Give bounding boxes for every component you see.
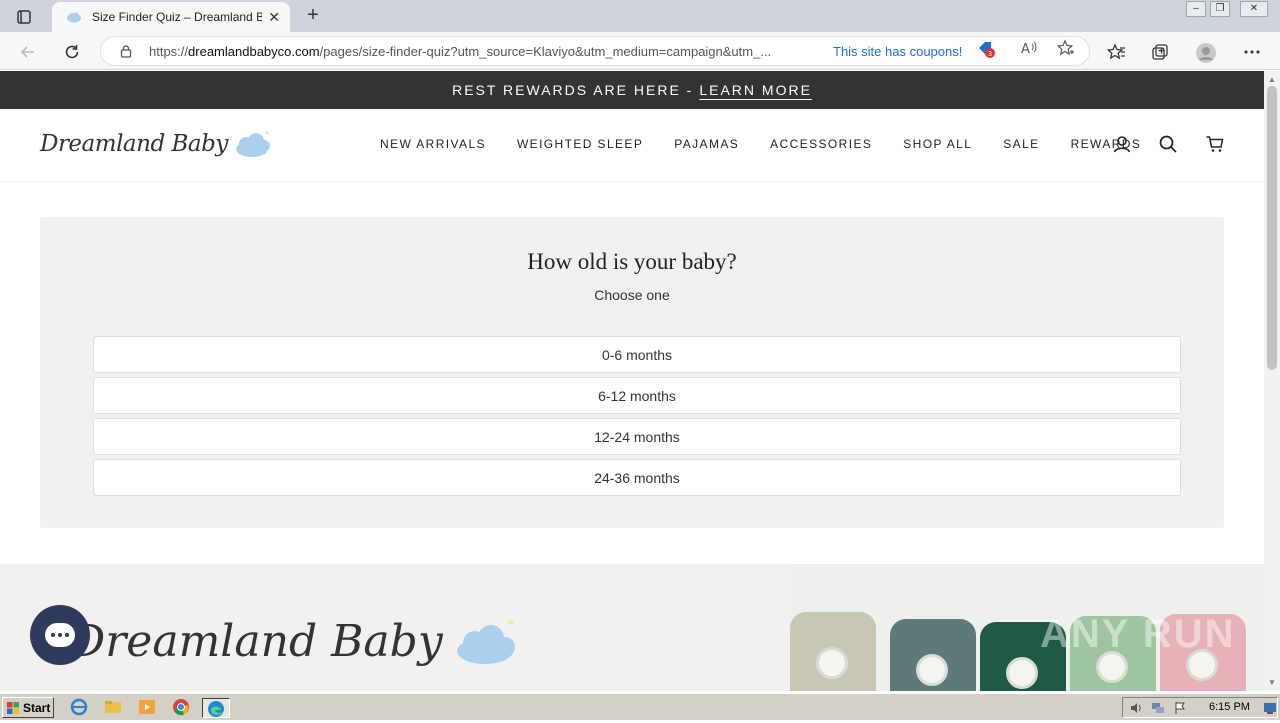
windows-taskbar: Start 6:15 PM [0,693,1280,720]
nav-weighted-sleep[interactable]: WEIGHTED SLEEP [517,137,643,151]
announcement-text: REST REWARDS ARE HERE - [452,82,694,98]
main-navigation: NEW ARRIVALS WEIGHTED SLEEP PAJAMAS ACCE… [380,137,1172,151]
svg-text:3: 3 [988,50,992,58]
nav-new-arrivals[interactable]: NEW ARRIVALS [380,137,486,151]
option-12-24-months[interactable]: 12-24 months [93,418,1181,455]
address-bar[interactable]: https://dreamlandbabyco.com/pages/size-f… [100,36,1090,66]
scroll-up-arrow-icon[interactable]: ▲ [1266,74,1278,86]
tab-actions-icon[interactable] [8,6,40,28]
option-6-12-months[interactable]: 6-12 months [93,377,1181,414]
scrollbar-thumb[interactable] [1267,86,1277,370]
nav-accessories[interactable]: ACCESSORIES [770,137,872,151]
add-favorite-icon[interactable] [1056,39,1074,57]
svg-text:A: A [1021,42,1030,57]
announcement-bar: REST REWARDS ARE HERE - LEARN MORE [0,71,1264,109]
sleep-sack [790,612,876,691]
shopping-extension-icon[interactable]: 3 [976,39,995,58]
account-icon[interactable] [1112,134,1132,154]
windows-flag-icon [7,701,19,714]
favorites-icon[interactable] [1106,42,1126,62]
logo-text: Dreamland Baby [40,131,228,157]
watermark-text: ANY RUN [1040,612,1236,656]
search-icon[interactable] [1158,134,1178,154]
banner-logo-text: Dreamland Baby [70,616,443,667]
option-0-6-months[interactable]: 0-6 months [93,336,1181,373]
quiz-question: How old is your baby? [527,249,737,274]
url-text[interactable]: https://dreamlandbabyco.com/pages/size-f… [149,44,821,59]
lock-icon[interactable] [119,44,133,58]
chat-widget-button[interactable] [30,605,90,665]
nav-pajamas[interactable]: PAJAMAS [674,137,739,151]
scroll-down-arrow-icon[interactable]: ▼ [1266,677,1278,689]
new-tab-button[interactable]: + [302,4,324,26]
active-tab[interactable]: Size Finder Quiz – Dreamland B ✕ [52,2,290,32]
taskbar-clock[interactable]: 6:15 PM [1209,701,1250,713]
more-options-icon[interactable] [1242,42,1262,62]
browser-toolbar: https://dreamlandbabyco.com/pages/size-f… [0,32,1280,70]
refresh-icon[interactable] [60,40,84,64]
read-aloud-icon[interactable]: A [1020,39,1038,57]
restore-button[interactable]: ❐ [1210,1,1230,17]
internet-explorer-icon[interactable] [70,698,90,718]
minimize-button[interactable]: – [1186,1,1206,17]
collections-icon[interactable] [1150,42,1170,62]
tab-title: Size Finder Quiz – Dreamland B [92,10,263,24]
site-logo[interactable]: Dreamland Baby [40,129,272,159]
action-center-flag-icon[interactable] [1173,701,1187,715]
cloud-favicon-icon [67,12,81,23]
nav-sale[interactable]: SALE [1003,137,1039,151]
profile-avatar-icon[interactable] [1195,42,1216,63]
start-label: Start [23,700,51,715]
cart-icon[interactable] [1205,134,1225,154]
banner-logo: Dreamland Baby [70,616,519,667]
volume-icon[interactable] [1129,701,1143,715]
back-arrow-icon[interactable] [16,40,40,64]
media-player-icon[interactable] [138,698,158,718]
sleep-sack [890,619,976,691]
nav-shop-all[interactable]: SHOP ALL [903,137,972,151]
coupons-link[interactable]: This site has coupons! [833,44,962,59]
show-desktop-icon[interactable] [1263,701,1277,715]
web-page: REST REWARDS ARE HERE - LEARN MORE Dream… [0,71,1264,691]
tab-close-icon[interactable]: ✕ [268,9,280,26]
close-window-button[interactable]: ✕ [1240,1,1268,17]
option-24-36-months[interactable]: 24-36 months [93,459,1181,496]
size-finder-quiz: How old is your baby? Choose one 0-6 mon… [40,217,1224,528]
edge-taskbar-icon[interactable] [202,698,230,718]
cloud-banner-icon [456,618,515,664]
cloud-logo-icon [235,131,270,157]
network-icon[interactable] [1151,701,1165,715]
chat-bubble-icon [45,623,75,647]
system-tray: 6:15 PM [1122,697,1278,718]
quiz-subtitle: Choose one [594,287,670,303]
learn-more-link[interactable]: LEARN MORE [699,82,812,98]
chrome-icon[interactable] [172,698,192,718]
browser-tab-bar: Size Finder Quiz – Dreamland B ✕ + – ❐ ✕ [0,0,1280,32]
start-button[interactable]: Start [2,697,54,718]
file-explorer-icon[interactable] [104,698,124,718]
site-header: Dreamland Baby NEW ARRIVALS WEIGHTED SLE… [0,109,1264,182]
